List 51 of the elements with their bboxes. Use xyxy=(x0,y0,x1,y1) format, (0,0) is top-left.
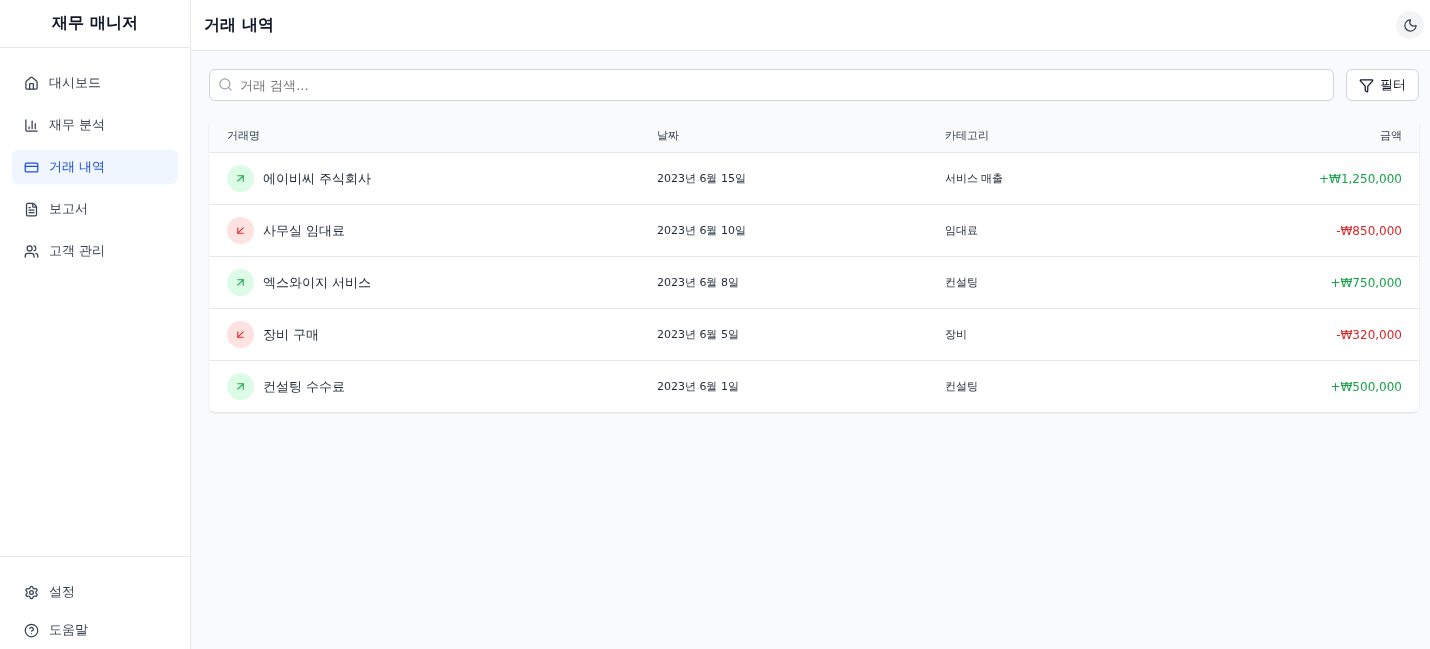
bar-chart-icon xyxy=(24,117,39,133)
date-cell-text: 2023년 6월 15일 xyxy=(657,171,747,186)
category-cell-text: 임대료 xyxy=(945,223,979,238)
transaction-name: 에이비씨 주식회사 xyxy=(263,169,372,188)
credit-card-icon xyxy=(24,159,39,175)
filter-icon xyxy=(1359,77,1374,93)
transaction-name: 장비 구매 xyxy=(263,325,320,344)
date-cell-text: 2023년 6월 1일 xyxy=(657,379,740,394)
transaction-name: 사무실 임대료 xyxy=(263,221,346,240)
document-icon xyxy=(24,201,39,217)
nav-item[interactable]: 거래 내역 xyxy=(12,150,178,184)
help-icon xyxy=(24,622,39,638)
theme-toggle-button[interactable] xyxy=(1396,11,1424,39)
search-field[interactable]: 거래 검색... xyxy=(209,69,1334,101)
moon-icon xyxy=(1402,17,1418,33)
nav-item[interactable]: 고객 관리 xyxy=(12,234,178,268)
home-icon xyxy=(24,75,39,91)
page-title: 거래 내역 xyxy=(204,14,274,36)
date-cell-text: 2023년 6월 8일 xyxy=(657,275,740,290)
search-icon xyxy=(218,77,233,92)
nav-item[interactable]: 설정 xyxy=(12,575,178,609)
amount-cell: +₩750,000 xyxy=(1330,275,1402,290)
column-header: 금액 xyxy=(1380,127,1402,143)
arrow-up-right-icon xyxy=(227,269,254,296)
nav-item[interactable]: 재무 분석 xyxy=(12,108,178,142)
nav-item[interactable]: 보고서 xyxy=(12,192,178,226)
column-header: 거래명 xyxy=(227,127,260,143)
app-title: 재무 매니저 xyxy=(0,0,190,48)
nav-item[interactable]: 도움말 xyxy=(12,613,178,647)
category-cell-text: 장비 xyxy=(945,327,968,342)
date-cell-text: 2023년 6월 5일 xyxy=(657,327,740,342)
arrow-down-left-icon xyxy=(227,321,254,348)
transaction-name: 컨설팅 수수료 xyxy=(263,377,346,396)
amount-cell: -₩850,000 xyxy=(1336,223,1402,238)
column-header: 카테고리 xyxy=(945,127,989,143)
settings-icon xyxy=(24,584,39,600)
date-cell-text: 2023년 6월 10일 xyxy=(657,223,747,238)
amount-cell: +₩1,250,000 xyxy=(1319,171,1402,186)
arrow-down-left-icon xyxy=(227,217,254,244)
filter-button[interactable]: 필터 xyxy=(1346,69,1419,101)
users-icon xyxy=(24,243,39,259)
category-cell-text: 서비스 매출 xyxy=(945,171,1005,186)
arrow-up-right-icon xyxy=(227,165,254,192)
category-cell-text: 컨설팅 xyxy=(945,379,979,394)
amount-cell: +₩500,000 xyxy=(1330,379,1402,394)
arrow-up-right-icon xyxy=(227,373,254,400)
amount-cell: -₩320,000 xyxy=(1336,327,1402,342)
category-cell-text: 컨설팅 xyxy=(945,275,979,290)
transaction-name: 엑스와이지 서비스 xyxy=(263,273,372,292)
column-header: 날짜 xyxy=(657,127,679,143)
nav-item[interactable]: 대시보드 xyxy=(12,66,178,100)
